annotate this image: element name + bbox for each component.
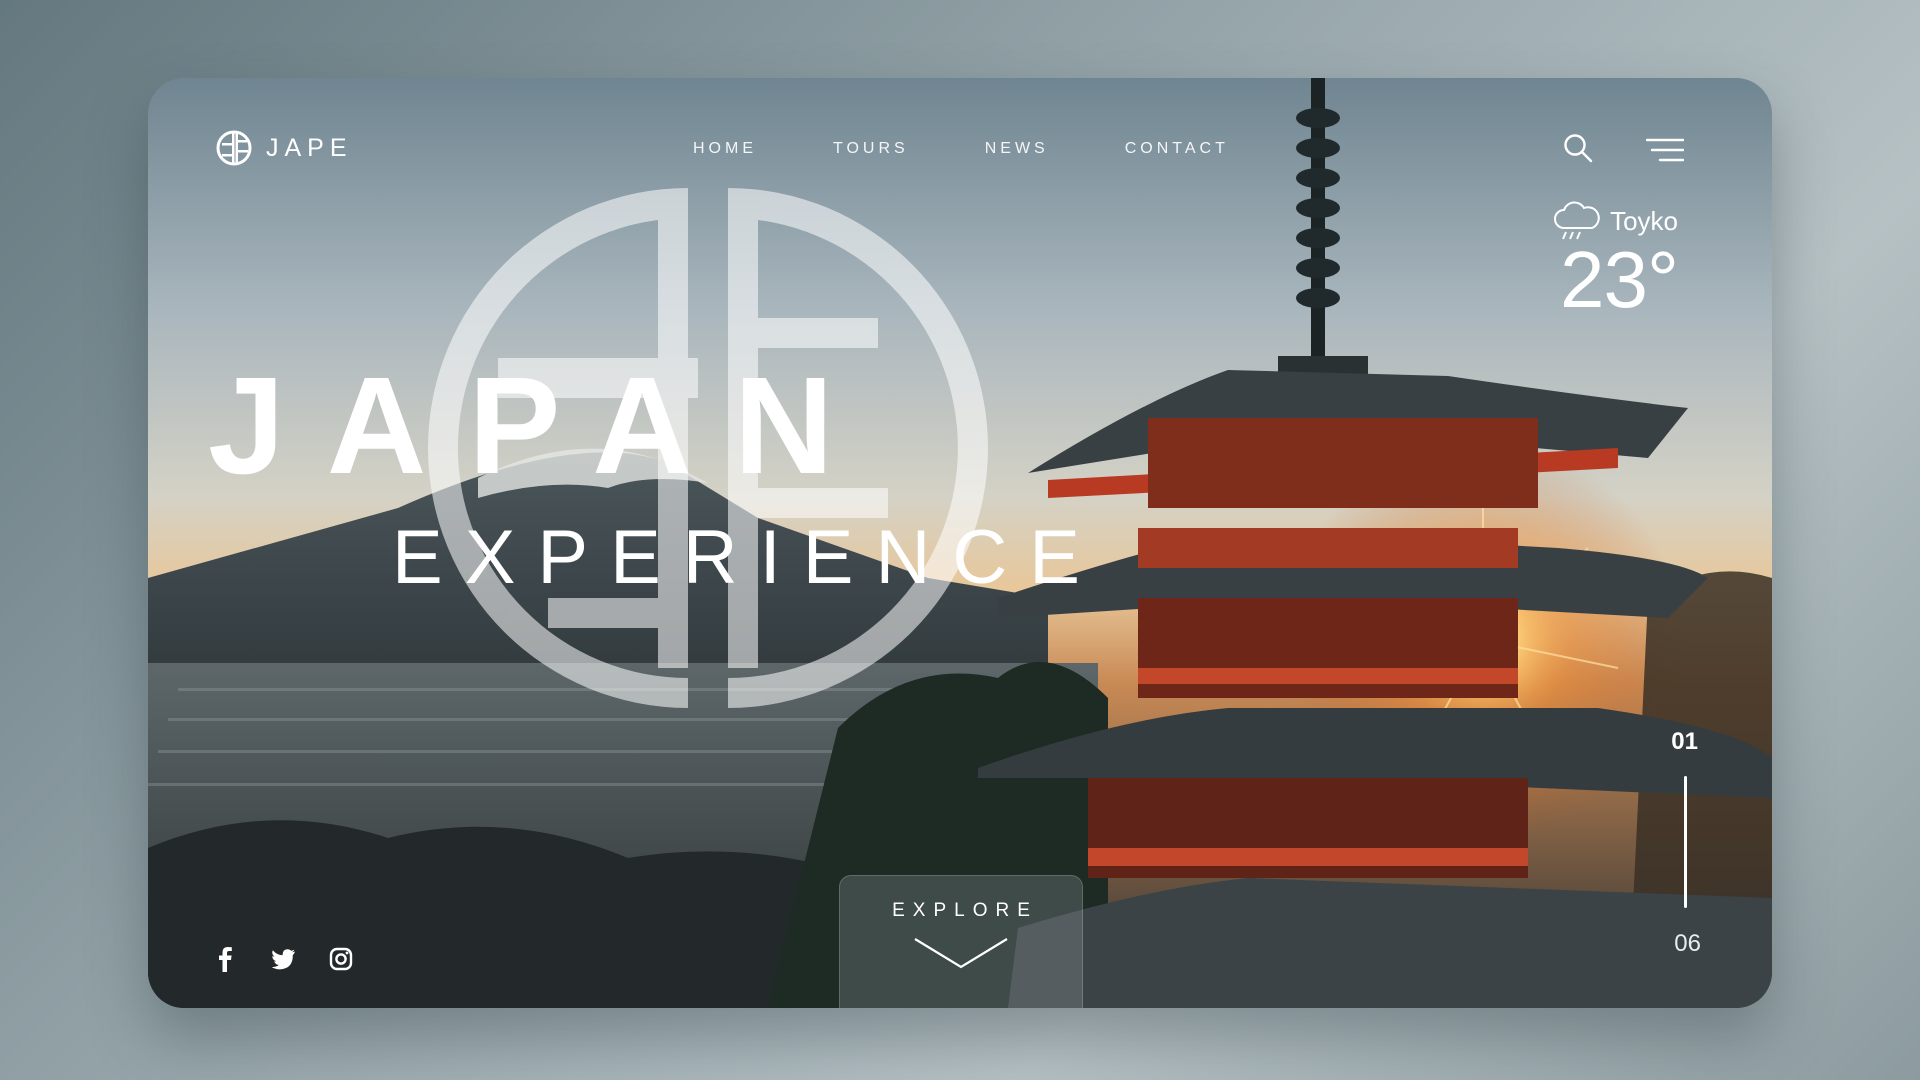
- nav-home[interactable]: HOME: [693, 140, 757, 158]
- main-nav: HOME TOURS NEWS CONTACT: [693, 140, 1305, 158]
- brand-emblem-icon: [216, 130, 252, 166]
- brand-name: JAPE: [266, 133, 353, 162]
- nav-contact[interactable]: CONTACT: [1125, 140, 1229, 158]
- social-links: [210, 944, 356, 974]
- instagram-link[interactable]: [326, 944, 356, 974]
- instagram-icon: [329, 947, 353, 971]
- hero-subtitle: EXPERIENCE: [392, 515, 1102, 600]
- twitter-link[interactable]: [268, 944, 298, 974]
- hero-title: JAPAN: [208, 349, 876, 503]
- explore-label: EXPLORE: [892, 900, 1038, 921]
- hero-card: JAPE HOME TOURS NEWS CONTACT Toyko 23° J…: [148, 78, 1772, 1008]
- brand-logo[interactable]: JAPE: [216, 130, 353, 166]
- slide-progress-bar[interactable]: [1684, 776, 1687, 908]
- search-button[interactable]: [1562, 132, 1594, 169]
- chevron-down-icon: [914, 938, 1008, 969]
- slide-total: 06: [1674, 930, 1701, 957]
- facebook-link[interactable]: [210, 944, 240, 974]
- search-icon: [1564, 134, 1593, 163]
- facebook-icon: [219, 947, 232, 972]
- menu-button[interactable]: [1645, 137, 1685, 168]
- weather-city: Toyko: [1610, 205, 1678, 236]
- twitter-icon: [271, 949, 295, 970]
- menu-icon: [1645, 138, 1685, 162]
- explore-button[interactable]: EXPLORE: [839, 875, 1083, 1008]
- slide-current: 01: [1671, 728, 1698, 755]
- nav-tours[interactable]: TOURS: [833, 140, 909, 158]
- nav-news[interactable]: NEWS: [985, 140, 1049, 158]
- weather-widget: Toyko 23°: [1552, 200, 1679, 324]
- weather-temperature: 23°: [1560, 235, 1679, 324]
